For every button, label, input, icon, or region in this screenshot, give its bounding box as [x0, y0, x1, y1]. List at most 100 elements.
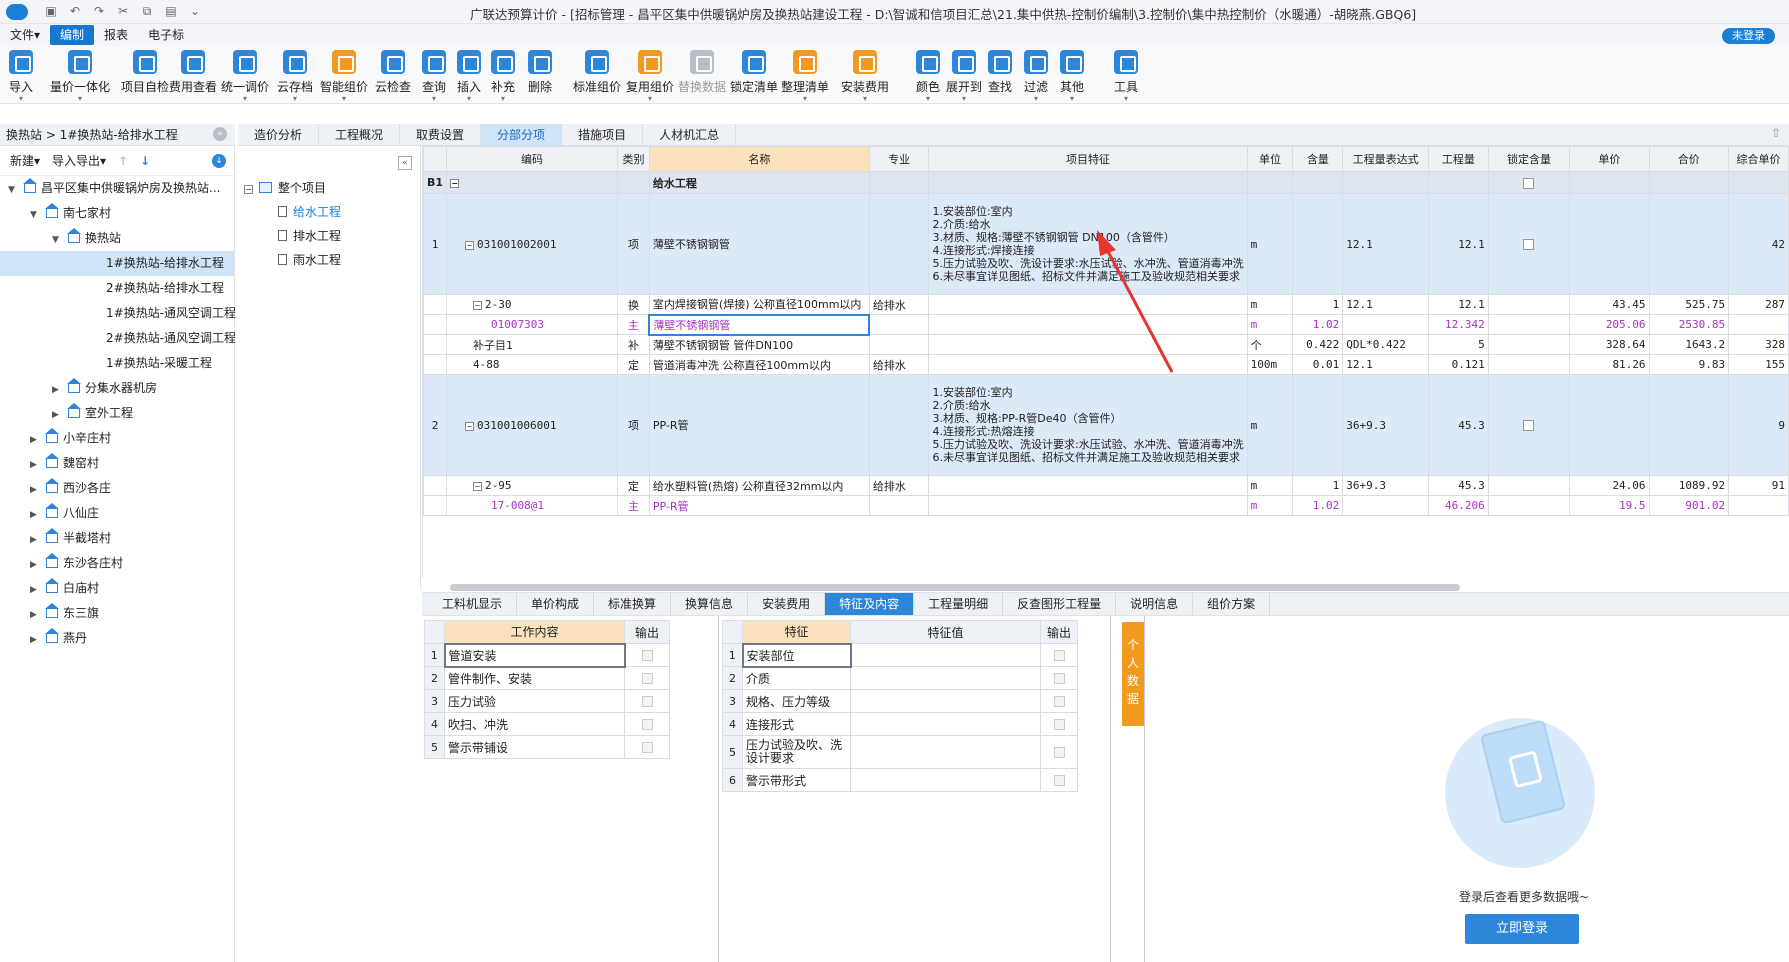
tree-item[interactable]: ▶ 魏窑村 — [0, 451, 234, 476]
name-cell[interactable]: PP-R管 — [648, 374, 870, 476]
tree-item[interactable]: ▶ 半截塔村 — [0, 526, 234, 551]
unit-cell[interactable]: m — [1246, 495, 1294, 516]
lock-checkbox[interactable] — [1523, 420, 1535, 431]
output-checkbox[interactable] — [1053, 719, 1065, 730]
content-cell[interactable]: 1.02 — [1292, 314, 1344, 335]
work-content-row[interactable]: 2 管件制作、安装 — [424, 666, 670, 690]
menu-item-2[interactable]: 报表 — [94, 25, 138, 45]
column-header[interactable]: 类别 — [616, 146, 650, 172]
quantity-cell[interactable]: 45.3 — [1427, 475, 1489, 496]
content-cell[interactable]: 1.02 — [1292, 495, 1344, 516]
tab-5[interactable]: 人材机汇总 — [643, 124, 737, 146]
chevron-down-icon[interactable]: ▼ — [8, 178, 20, 203]
tree-item[interactable]: 1#换热站-给排水工程 — [0, 251, 234, 276]
chevron-right-icon[interactable]: ▶ — [30, 478, 42, 503]
bill-item-row[interactable]: 1−031001002001 项薄壁不锈钢钢管 1.安装部位:室内 2.介质:给水 3.… — [423, 193, 1789, 295]
major-cell[interactable]: 给排水 — [868, 475, 930, 496]
tree-item[interactable]: ▼ 南七家村 — [0, 201, 234, 226]
toolbar-color-button[interactable]: 颜色 ▾ — [910, 46, 946, 104]
section-item[interactable]: 给水工程 — [244, 200, 420, 224]
category-cell[interactable]: 主 — [616, 314, 650, 335]
login-button[interactable]: 立即登录 — [1465, 914, 1579, 944]
tree-item[interactable]: ▶ 西沙各庄 — [0, 476, 234, 501]
quantity-cell[interactable]: 12.1 — [1427, 193, 1489, 295]
section-item[interactable]: − 整个项目 — [244, 176, 420, 200]
detail-tab-4[interactable]: 安装费用 — [748, 593, 826, 615]
expression-cell[interactable]: 12.1 — [1342, 354, 1429, 375]
feature-value-cell[interactable] — [850, 666, 1041, 690]
work-content-cell[interactable]: 管道安装 — [443, 642, 626, 668]
bill-item-row[interactable]: 2−031001006001 项 PP-R管 1.安装部位:室内 2.介质:给水 3.材质… — [423, 374, 1789, 476]
feature-row[interactable]: 1 安装部位 — [722, 642, 1078, 668]
tree-item[interactable]: 2#换热站-通风空调工程 — [0, 326, 236, 351]
code-cell[interactable]: 补子目1 — [446, 334, 618, 355]
toolbar-install-fee-button[interactable]: 安装费用 ▾ — [830, 46, 900, 104]
login-status-button[interactable]: 未登录 — [1722, 28, 1775, 44]
tree-item[interactable]: ▶ 白庙村 — [0, 576, 234, 601]
content-cell[interactable]: 1 — [1292, 475, 1344, 496]
division-row[interactable]: B1− 给水工程 — [423, 171, 1789, 194]
unit-cell[interactable]: m — [1246, 314, 1294, 335]
name-cell[interactable]: 室内焊接钢管(焊接) 公称直径100mm以内 — [648, 294, 870, 315]
feature-value-cell[interactable] — [850, 712, 1041, 736]
chevron-right-icon[interactable]: ▶ — [30, 578, 42, 603]
download-icon[interactable]: ↓ — [212, 154, 226, 168]
toolbar-other-button[interactable]: 其他 ▾ — [1054, 46, 1090, 104]
unit-cell[interactable]: m — [1246, 193, 1294, 295]
code-cell[interactable]: 17-008@1 — [446, 495, 618, 516]
output-checkbox[interactable] — [641, 673, 653, 684]
quota-row[interactable]: −2-95 定给水塑料管(热熔) 公称直径32mm以内 给排水 m 1 36+9.3 45.… — [423, 475, 1789, 496]
feature-cell[interactable]: 1.安装部位:室内 2.介质:给水 3.材质、规格:PP-R管De40（含管件） 4.… — [928, 374, 1248, 476]
name-cell[interactable]: 薄壁不锈钢钢管 — [648, 193, 870, 295]
feature-row[interactable]: 5 压力试验及吹、洗设计要求 — [722, 735, 1078, 769]
category-cell[interactable]: 定 — [616, 354, 650, 375]
toolbar-standard-price-button[interactable]: 标准组价 — [570, 46, 624, 104]
feature-name-cell[interactable]: 警示带形式 — [742, 768, 851, 792]
tree-item[interactable]: 2#换热站-给排水工程 — [0, 276, 234, 301]
quantity-cell[interactable]: 12.342 — [1427, 314, 1489, 335]
tree-item[interactable]: ▶ 燕丹 — [0, 626, 234, 651]
paste-icon[interactable]: ▤ — [164, 4, 178, 19]
feature-cell[interactable] — [928, 334, 1248, 355]
personal-data-tab[interactable]: 个人数据 — [1122, 622, 1144, 726]
toolbar-integrate-button[interactable]: 量价一体化 ▾ — [38, 46, 122, 104]
tree-item[interactable]: ▶ 八仙庄 — [0, 501, 234, 526]
tree-item[interactable]: ▼ 换热站 — [0, 226, 234, 251]
lock-checkbox[interactable] — [1523, 239, 1535, 250]
undo-icon[interactable]: ↶ — [68, 4, 82, 19]
feature-value-cell[interactable] — [850, 768, 1041, 792]
chevron-right-icon[interactable]: ▶ — [52, 403, 64, 428]
detail-tab-5[interactable]: 特征及内容 — [825, 593, 915, 615]
chevron-right-icon[interactable]: ▶ — [30, 528, 42, 553]
quota-row[interactable]: −2-30 换室内焊接钢管(焊接) 公称直径100mm以内 给排水 m 1 12.1 12.… — [423, 294, 1789, 315]
name-cell[interactable]: 薄壁不锈钢钢管 — [648, 313, 871, 336]
feature-name-cell[interactable]: 介质 — [742, 666, 851, 690]
category-cell[interactable]: 补 — [616, 334, 650, 355]
major-cell[interactable] — [868, 314, 930, 335]
tab-0[interactable]: 造价分析 — [238, 124, 320, 146]
toolbar-cloud-check-button[interactable]: 云检查 — [370, 46, 416, 104]
collapse-box-icon[interactable]: − — [465, 421, 475, 431]
quota-row[interactable]: 17-008@1 主 PP-R管 m 1.02 46.206 19.5 901.02 — [423, 495, 1789, 516]
column-header[interactable]: 单价 — [1569, 146, 1650, 172]
code-cell[interactable]: 01007303 — [446, 314, 618, 335]
work-content-row[interactable]: 4 吹扫、冲洗 — [424, 712, 670, 736]
work-content-cell[interactable]: 压力试验 — [444, 689, 625, 713]
horizontal-scrollbar[interactable] — [450, 584, 1460, 591]
section-item[interactable]: 排水工程 — [244, 224, 420, 248]
feature-cell[interactable] — [928, 475, 1248, 496]
feature-cell[interactable]: 1.安装部位:室内 2.介质:给水 3.材质、规格:薄壁不锈钢钢管 DN100（含管… — [928, 193, 1248, 295]
feature-row[interactable]: 3 规格、压力等级 — [722, 689, 1078, 713]
toolbar-insert-button[interactable]: 插入 ▾ — [452, 46, 486, 104]
new-button[interactable]: 新建▾ — [10, 152, 40, 169]
work-content-row[interactable]: 5 警示带铺设 — [424, 735, 670, 759]
column-header[interactable]: 综合单价 — [1728, 146, 1789, 172]
column-header[interactable]: 工程量 — [1427, 146, 1489, 172]
output-checkbox[interactable] — [1053, 747, 1065, 758]
output-checkbox[interactable] — [641, 696, 653, 707]
detail-tab-2[interactable]: 标准换算 — [594, 593, 672, 615]
major-cell[interactable]: 给排水 — [868, 294, 930, 315]
unit-cell[interactable]: 100m — [1246, 354, 1294, 375]
feature-cell[interactable] — [928, 314, 1248, 335]
toolbar-filter-button[interactable]: 过滤 ▾ — [1018, 46, 1054, 104]
